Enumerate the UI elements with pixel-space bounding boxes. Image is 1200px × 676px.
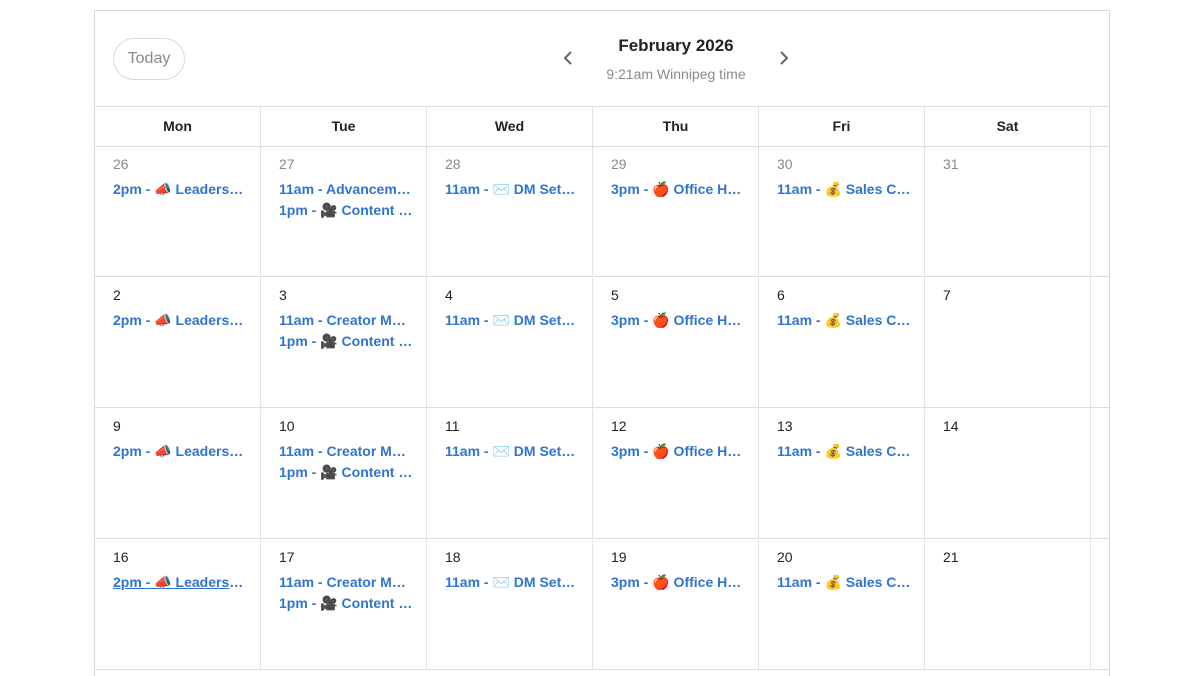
event-link[interactable]: 11am - 💰 Sales Coaching [777,443,911,460]
timezone-label: 9:21am Winnipeg time [606,66,746,82]
day-cell[interactable]: 17 11am - Creator Mastermind 1pm - 🎥 Conte… [261,540,427,670]
weekday-sat: Sat [925,106,1091,146]
weekday-thu: Thu [593,106,759,146]
day-cell[interactable]: 13 11am - 💰 Sales Coaching [759,409,925,539]
week-row: 26 2pm - 📣 Leadership 27 11am - Advancement… [95,147,1109,277]
event-link[interactable]: 11am - ✉️ DM Setting [445,574,579,591]
today-button[interactable]: Today [113,38,185,80]
day-number: 27 [279,156,295,172]
weekday-fri: Fri [759,106,925,146]
day-number: 21 [943,549,959,565]
event-link[interactable]: 11am - ✉️ DM Setting [445,443,579,460]
overflow-day-cell [1091,147,1109,277]
day-cell[interactable]: 29 3pm - 🍎 Office Hours [593,147,759,277]
day-cell[interactable]: 6 11am - 💰 Sales Coaching [759,278,925,408]
event-link[interactable]: 11am - ✉️ DM Setting [445,312,579,329]
day-number: 11 [445,418,460,434]
event-link[interactable]: 3pm - 🍎 Office Hours [611,443,745,460]
day-number: 6 [777,287,785,303]
day-number: 7 [943,287,951,303]
event-link[interactable]: 11am - Creator Mastermind [279,312,413,329]
day-number: 20 [777,549,793,565]
day-number: 4 [445,287,453,303]
calendar-header: Today February 2026 9:21am Winnipeg time [95,11,1109,107]
day-number: 28 [445,156,461,172]
event-link[interactable]: 2pm - 📣 Leadership [113,181,247,198]
event-link[interactable]: 11am - ✉️ DM Setting [445,181,579,198]
day-cell[interactable]: 14 [925,409,1091,539]
day-number: 29 [611,156,627,172]
event-link[interactable]: 1pm - 🎥 Content Creation [279,595,413,612]
day-number: 16 [113,549,129,565]
day-number: 13 [777,418,793,434]
chevron-right-icon[interactable] [775,49,793,67]
event-link[interactable]: 11am - 💰 Sales Coaching [777,574,911,591]
weekday-overflow-column [1091,106,1109,146]
day-cell[interactable]: 21 [925,540,1091,670]
event-link[interactable]: 1pm - 🎥 Content Creation [279,464,413,481]
event-link[interactable]: 2pm - 📣 Leadership [113,312,247,329]
day-cell[interactable]: 11 11am - ✉️ DM Setting [427,409,593,539]
day-number: 17 [279,549,295,565]
week-row: 9 2pm - 📣 Leadership 10 11am - Creator Mast… [95,409,1109,539]
event-link[interactable]: 1pm - 🎥 Content Creation [279,333,413,350]
day-cell[interactable]: 19 3pm - 🍎 Office Hours [593,540,759,670]
day-cell[interactable]: 31 [925,147,1091,277]
event-link[interactable]: 11am - Creator Mastermind [279,443,413,460]
day-cell[interactable]: 3 11am - Creator Mastermind 1pm - 🎥 Conten… [261,278,427,408]
month-title: February 2026 [618,36,734,55]
day-number: 30 [777,156,793,172]
overflow-day-cell [1091,409,1109,539]
day-cell[interactable]: 5 3pm - 🍎 Office Hours [593,278,759,408]
day-cell[interactable]: 12 3pm - 🍎 Office Hours [593,409,759,539]
weekday-mon: Mon [95,106,261,146]
day-number: 2 [113,287,121,303]
day-number: 31 [943,156,959,172]
day-number: 9 [113,418,121,434]
event-link[interactable]: 3pm - 🍎 Office Hours [611,574,745,591]
event-link[interactable]: 11am - Advancement [279,181,413,198]
calendar: Today February 2026 9:21am Winnipeg time… [94,10,1110,676]
weekday-header-row: Mon Tue Wed Thu Fri Sat [95,106,1109,147]
day-cell[interactable]: 7 [925,278,1091,408]
week-row: 2 2pm - 📣 Leadership 3 11am - Creator Maste… [95,278,1109,408]
day-cell[interactable]: 30 11am - 💰 Sales Coaching [759,147,925,277]
day-cell[interactable]: 2 2pm - 📣 Leadership [95,278,261,408]
overflow-day-cell [1091,278,1109,408]
event-link[interactable]: 11am - 💰 Sales Coaching [777,312,911,329]
day-number: 12 [611,418,627,434]
day-cell[interactable]: 20 11am - 💰 Sales Coaching [759,540,925,670]
event-link[interactable]: 2pm - 📣 Leadership [113,443,247,460]
day-cell[interactable]: 27 11am - Advancement 1pm - 🎥 Content Crea… [261,147,427,277]
day-cell[interactable]: 10 11am - Creator Mastermind 1pm - 🎥 Conte… [261,409,427,539]
day-number: 5 [611,287,619,303]
day-cell[interactable]: 18 11am - ✉️ DM Setting [427,540,593,670]
day-number: 26 [113,156,129,172]
event-link[interactable]: 11am - 💰 Sales Coaching [777,181,911,198]
weekday-wed: Wed [427,106,593,146]
event-link[interactable]: 2pm - 📣 Leadership [113,574,247,591]
event-link[interactable]: 11am - Creator Mastermind [279,574,413,591]
day-number: 3 [279,287,287,303]
day-number: 10 [279,418,295,434]
week-row: 16 2pm - 📣 Leadership 17 11am - Creator Mas… [95,540,1109,670]
day-cell[interactable]: 26 2pm - 📣 Leadership [95,147,261,277]
weekday-tue: Tue [261,106,427,146]
day-cell[interactable]: 16 2pm - 📣 Leadership [95,540,261,670]
chevron-left-icon[interactable] [559,49,577,67]
event-link[interactable]: 3pm - 🍎 Office Hours [611,181,745,198]
day-cell[interactable]: 4 11am - ✉️ DM Setting [427,278,593,408]
day-number: 18 [445,549,461,565]
event-link[interactable]: 1pm - 🎥 Content Creation [279,202,413,219]
day-number: 19 [611,549,627,565]
day-number: 14 [943,418,959,434]
event-link[interactable]: 3pm - 🍎 Office Hours [611,312,745,329]
overflow-day-cell [1091,540,1109,670]
day-cell[interactable]: 9 2pm - 📣 Leadership [95,409,261,539]
day-cell[interactable]: 28 11am - ✉️ DM Setting [427,147,593,277]
